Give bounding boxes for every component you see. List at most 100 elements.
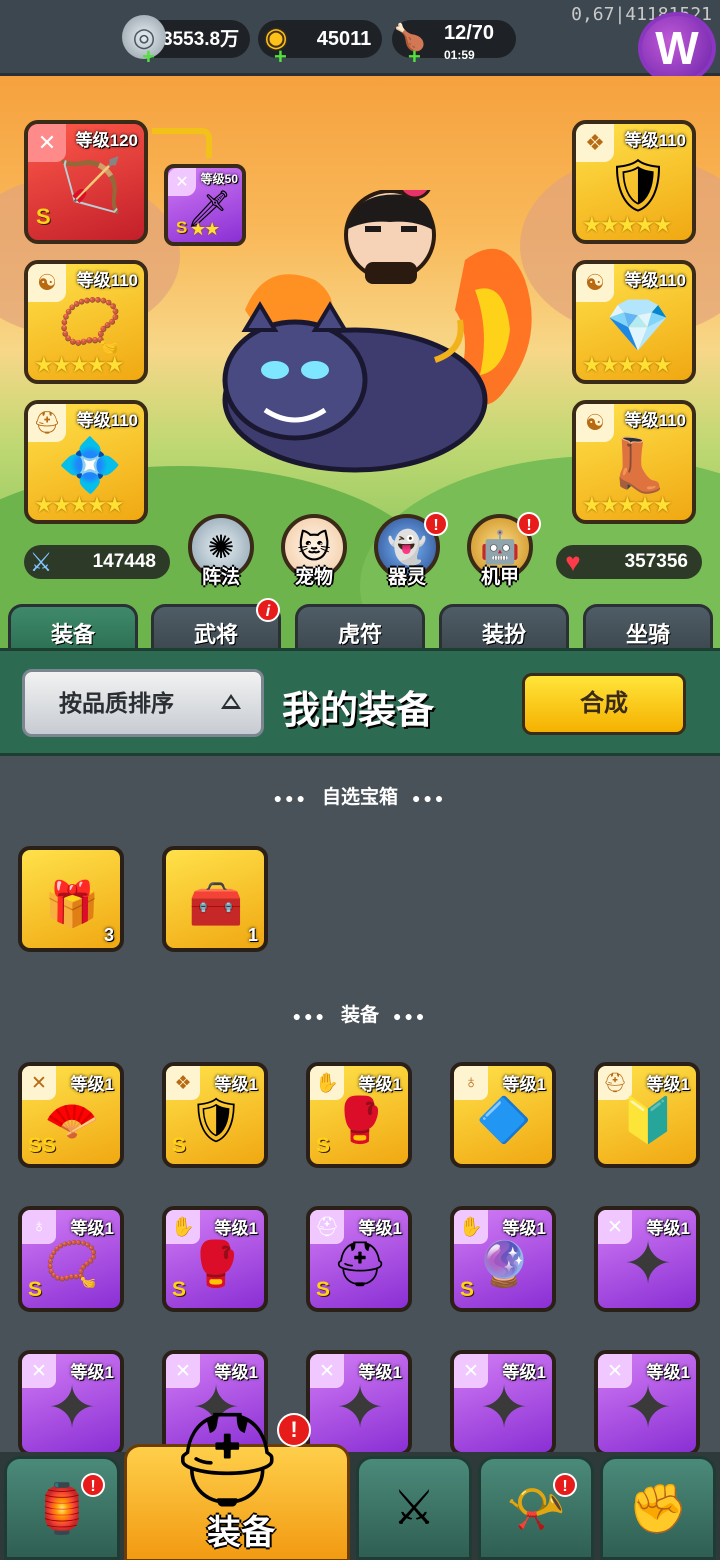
boots-icon: 👢 <box>605 436 671 495</box>
gold-counter[interactable]: ◉ + 45011 <box>258 20 382 68</box>
star-rating: ★★★★★ <box>34 352 125 377</box>
feature-label: 机甲 <box>480 567 519 588</box>
add-silver-icon[interactable]: + <box>142 46 155 68</box>
orb-glove-icon: 🔮 <box>476 1240 532 1289</box>
necklace-icon: 📿 <box>44 1240 100 1289</box>
grade-badge: S <box>172 1134 187 1157</box>
grade-badge: S <box>172 1278 187 1301</box>
equipment-item[interactable]: ✕ 等级1 ✦ <box>450 1350 556 1456</box>
panther-mount <box>222 301 488 473</box>
category-tabs: 装备 武将 i 虎符 装扮 坐骑 <box>0 598 720 656</box>
equipment-item[interactable]: ✕ 等级1 ✦ <box>18 1350 124 1456</box>
grade-badge: S <box>460 1278 475 1301</box>
star-rating: ★★★★★ <box>34 492 125 517</box>
shuriken-icon: ✦ <box>622 1230 674 1297</box>
link-chain <box>152 128 212 158</box>
sort-dropdown[interactable]: 按品质排序 <box>22 669 264 737</box>
chest-item[interactable]: 🎁 3 <box>18 846 124 952</box>
bottom-nav: 🏮 ! ⛑ 装备 ! ⚔ 📯 ! ✊ <box>0 1409 720 1560</box>
resource-bar: ◎ + 3553.8万 ◉ + 45011 🍗 + 12/70 01:59 0,… <box>0 0 720 84</box>
slot-level: 等级110 <box>76 411 138 430</box>
gauntlet-icon: 🥊 <box>332 1096 388 1145</box>
stamina-timer: 01:59 <box>444 48 475 62</box>
equipment-item[interactable]: ✕ 等级1 ✦ <box>594 1350 700 1456</box>
equipment-item[interactable]: ⛑ 等级1 ⛑ S <box>306 1206 412 1312</box>
silver-counter[interactable]: ◎ + 3553.8万 <box>122 15 250 68</box>
nav-equipment-button[interactable]: ⛑ 装备 ! <box>124 1409 350 1560</box>
nav-horn-button[interactable]: 📯 ! <box>478 1456 594 1560</box>
info-badge-icon: i <box>256 598 280 622</box>
shuriken-icon: ✦ <box>478 1374 530 1441</box>
bracer-icon: 💎 <box>605 296 671 355</box>
slot-level: 等级110 <box>624 131 686 150</box>
equipment-item[interactable]: ✕ 等级1 🪭 SS <box>18 1062 124 1168</box>
inventory-panel: ●●● 自选宝箱 ●●● 🎁 3 🧰 1 ●●● 装备 ●●● ✕ 等级1 🪭 SS ❖ 等级1 🛡… <box>0 756 720 1456</box>
equip-slot-amulet[interactable]: ☯ 等级110 📿 ★★★★★ <box>24 260 148 384</box>
star-rating: ★★★★★ <box>582 492 673 517</box>
ice-helmet-icon: 💠 <box>57 436 123 495</box>
upgrade-fist-icon: ✊ <box>628 1482 688 1536</box>
slot-level: 等级50 <box>200 172 238 186</box>
feature-pet-button[interactable]: 🐱 宠物 <box>277 514 351 598</box>
feature-mecha-button[interactable]: 🤖 机甲 ! <box>463 512 541 598</box>
sword-icon: ⚔ <box>29 547 53 577</box>
necklace-icon: 📿 <box>57 296 123 355</box>
item-count: 1 <box>247 925 258 945</box>
hero-head <box>344 190 436 284</box>
equipment-item[interactable]: ♁ 等级1 🔷 <box>450 1062 556 1168</box>
alert-badge-icon: ! <box>424 512 448 536</box>
nav-upgrade-button[interactable]: ✊ <box>600 1456 716 1560</box>
equipment-item[interactable]: ♁ 等级1 📿 S <box>18 1206 124 1312</box>
star-rating: ★★★★★ <box>582 212 673 237</box>
alert-badge-icon: ! <box>277 1413 311 1447</box>
equipment-item[interactable]: ✕ 等级1 ✦ <box>306 1350 412 1456</box>
chest-item[interactable]: 🧰 1 <box>162 846 268 952</box>
armor-icon: 🛡 <box>188 1096 244 1145</box>
equipment-item[interactable]: ⛑ 等级1 🔰 <box>594 1062 700 1168</box>
equipment-item[interactable]: ❖ 等级1 🛡 S <box>162 1062 268 1168</box>
alert-badge-icon: ! <box>517 512 541 536</box>
hero-character[interactable] <box>205 190 545 490</box>
chest-gold-icon: 🧰 <box>188 880 244 929</box>
slot-level: 等级110 <box>624 411 686 430</box>
equipment-item[interactable]: ✋ 等级1 🥊 S <box>306 1062 412 1168</box>
feature-spirit-button[interactable]: 👻 器灵 ! <box>370 512 448 598</box>
add-stamina-icon[interactable]: + <box>408 46 421 68</box>
page-title: 我的装备 <box>282 690 435 732</box>
equip-slot-weapon[interactable]: ✕ 等级120 🏹 S <box>24 120 148 244</box>
equip-slot-boots[interactable]: ☯ 等级110 👢 ★★★★★ <box>572 400 696 524</box>
feature-formation-button[interactable]: ✺ 阵法 <box>184 514 258 598</box>
slot-level: 等级110 <box>624 271 686 290</box>
equip-slot-ring[interactable]: ☯ 等级110 💎 ★★★★★ <box>572 260 696 384</box>
nav-shop-button[interactable]: 🏮 ! <box>4 1456 120 1560</box>
helmet-icon: ⛑ <box>332 1240 388 1289</box>
sort-label: 按品质排序 <box>59 690 174 716</box>
pendant-icon: 🔷 <box>476 1096 532 1145</box>
equipment-header: 按品质排序 我的装备 合成 <box>0 648 720 756</box>
grade-badge: S <box>28 1278 43 1301</box>
equipment-item[interactable]: ✋ 等级1 🥊 S <box>162 1206 268 1312</box>
item-count: 3 <box>103 925 114 945</box>
add-gold-icon[interactable]: + <box>274 46 287 68</box>
alert-badge-icon: ! <box>553 1473 577 1497</box>
helmet-icon: ⛑ <box>169 1409 286 1511</box>
gauntlet-icon: 🥊 <box>188 1240 244 1289</box>
feature-label: 器灵 <box>387 567 426 588</box>
armor-icon: 🛡 <box>604 156 671 215</box>
alert-badge-icon: ! <box>81 1473 105 1497</box>
section-title: 自选宝箱 <box>321 787 398 808</box>
equip-slot-armor[interactable]: ❖ 等级110 🛡 ★★★★★ <box>572 120 696 244</box>
hp-value: 357356 <box>624 551 688 572</box>
app-logo[interactable]: W <box>638 12 716 84</box>
nav-battle-button[interactable]: ⚔ <box>356 1456 472 1560</box>
grade-badge: S <box>316 1278 331 1301</box>
stamina-counter[interactable]: 🍗 + 12/70 01:59 <box>392 20 516 68</box>
equip-slot-helmet[interactable]: ⛑ 等级110 💠 ★★★★★ <box>24 400 148 524</box>
crossbow-icon: 🏹 <box>57 156 123 215</box>
synthesize-button[interactable]: 合成 <box>522 673 686 735</box>
grade-badge: S <box>316 1134 331 1157</box>
equipment-item[interactable]: ✕ 等级1 ✦ <box>594 1206 700 1312</box>
grade-badge: S <box>176 218 188 237</box>
hp-stat: ♥ 357356 <box>556 545 702 579</box>
equipment-item[interactable]: ✋ 等级1 🔮 S <box>450 1206 556 1312</box>
